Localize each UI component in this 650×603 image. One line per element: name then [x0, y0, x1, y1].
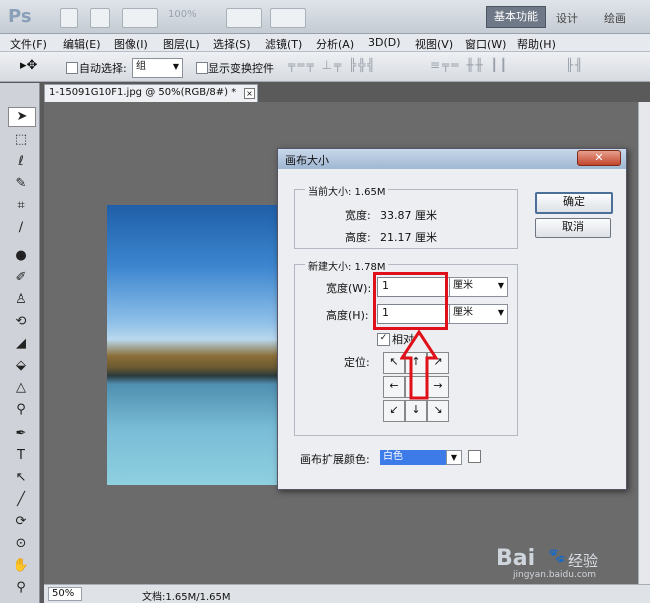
marquee-tool-icon[interactable]: ⬚: [8, 131, 34, 149]
dialog-title: 画布大小: [285, 154, 329, 167]
watermark-brand: Bai: [496, 546, 536, 571]
anchor-label: 定位:: [344, 356, 370, 369]
auto-select-value: 组: [136, 61, 146, 72]
bridge-icon[interactable]: [60, 8, 78, 28]
dodge-tool-icon[interactable]: ⚲: [8, 401, 34, 419]
watermark-url: jingyan.baidu.com: [513, 570, 597, 580]
width-label: 宽度(W):: [326, 282, 372, 295]
current-size-label: 当前大小: 1.65M: [305, 183, 389, 198]
healing-brush-tool-icon[interactable]: ●: [8, 247, 34, 265]
extension-color-label: 画布扩展颜色:: [300, 453, 370, 466]
height-label: 高度(H):: [326, 309, 369, 322]
anchor-bottom-left[interactable]: ↙: [383, 400, 405, 422]
auto-select-dropdown[interactable]: 组 ▼: [132, 58, 183, 78]
status-bar: [44, 584, 650, 603]
hand-tool-icon[interactable]: ✋: [8, 557, 34, 575]
show-transform-checkbox[interactable]: [196, 62, 208, 74]
current-width-label: 宽度:: [345, 209, 371, 222]
crop-tool-icon[interactable]: ⌗: [8, 197, 34, 215]
show-transform-label: 显示变换控件: [208, 62, 274, 75]
menu-help[interactable]: 帮助(H): [517, 36, 556, 52]
history-brush-tool-icon[interactable]: ⟲: [8, 313, 34, 331]
auto-select-checkbox[interactable]: [66, 62, 78, 74]
landscape-image: [107, 205, 287, 485]
menu-file[interactable]: 文件(F): [10, 36, 47, 52]
document-info: 文档:1.65M/1.65M: [142, 592, 231, 603]
quick-select-tool-icon[interactable]: ✎: [8, 175, 34, 193]
menu-window[interactable]: 窗口(W): [465, 36, 506, 52]
extension-color-select[interactable]: 白色: [380, 450, 446, 465]
menu-edit[interactable]: 编辑(E): [63, 36, 101, 52]
arrange-documents-icon[interactable]: [226, 8, 262, 28]
menu-3d[interactable]: 3D(D): [368, 36, 401, 49]
3d-rotate-tool-icon[interactable]: ⟳: [8, 513, 34, 531]
lasso-tool-icon[interactable]: ℓ: [8, 153, 34, 171]
new-size-label: 新建大小: 1.78M: [305, 258, 389, 273]
menu-filter[interactable]: 滤镜(T): [265, 36, 302, 52]
watermark-brand-2: 经验: [568, 552, 599, 570]
toolbox: ➤ ⬚ ℓ ✎ ⌗ ∕ ● ✐ ♙ ⟲ ◢ ⬙ △ ⚲ ✒ T ↖ ╱ ⟳ ⊙ …: [0, 83, 40, 603]
move-tool-icon[interactable]: ➤: [8, 107, 36, 127]
view-extras-icon[interactable]: [122, 8, 158, 28]
menu-bar: 文件(F) 编辑(E) 图像(I) 图层(L) 选择(S) 滤镜(T) 分析(A…: [0, 34, 650, 52]
chevron-down-icon[interactable]: ▼: [446, 450, 462, 465]
zoom-level[interactable]: 100%: [168, 9, 197, 20]
clone-stamp-tool-icon[interactable]: ♙: [8, 291, 34, 309]
width-unit-select[interactable]: 厘米 ▼: [449, 277, 508, 297]
options-bar: ▸✥ 自动选择: 组 ▼ 显示变换控件 ╤═╤ ⊥╤ ╠╬╣ ≡╤═ ╫╫ ┃┃ …: [0, 52, 650, 82]
chevron-down-icon: ▼: [172, 62, 179, 71]
menu-view[interactable]: 视图(V): [415, 36, 453, 52]
highlight-box: [373, 272, 448, 330]
menu-layer[interactable]: 图层(L): [163, 36, 200, 52]
anchor-bottom-right[interactable]: ↘: [427, 400, 449, 422]
up-arrow-annotation-icon: [400, 330, 438, 400]
menu-analysis[interactable]: 分析(A): [316, 36, 354, 52]
anchor-bottom[interactable]: ↓: [405, 400, 427, 422]
3d-orbit-tool-icon[interactable]: ⊙: [8, 535, 34, 553]
height-unit-select[interactable]: 厘米 ▼: [449, 304, 508, 324]
current-width-value: 33.87 厘米: [380, 209, 437, 222]
ok-button[interactable]: 确定: [535, 192, 613, 214]
height-unit-value: 厘米: [453, 307, 473, 318]
align-icons[interactable]: ╤═╤ ⊥╤ ╠╬╣: [288, 58, 377, 72]
auto-select-label: 自动选择:: [79, 62, 127, 75]
workspace-painting[interactable]: 绘画: [604, 10, 626, 26]
workspace-essentials[interactable]: 基本功能: [486, 6, 546, 28]
cancel-button[interactable]: 取消: [535, 218, 611, 238]
close-icon[interactable]: ×: [244, 88, 255, 99]
zoom-status-field[interactable]: 50%: [48, 587, 82, 601]
photoshop-logo: Ps: [8, 6, 32, 27]
shape-tool-icon[interactable]: ╱: [8, 491, 34, 509]
dialog-title-bar[interactable]: [278, 149, 626, 169]
type-tool-icon[interactable]: T: [8, 447, 34, 465]
screen-mode-icon[interactable]: [270, 8, 306, 28]
mini-bridge-icon[interactable]: [90, 8, 110, 28]
current-height-label: 高度:: [345, 231, 371, 244]
distribute-icons[interactable]: ≡╤═ ╫╫ ┃┃: [430, 58, 509, 72]
eraser-tool-icon[interactable]: ◢: [8, 335, 34, 353]
color-swatch-box[interactable]: [468, 450, 481, 463]
paint-bucket-tool-icon[interactable]: ⬙: [8, 357, 34, 375]
current-height-value: 21.17 厘米: [380, 231, 437, 244]
move-tool-icon[interactable]: ▸✥: [20, 58, 37, 73]
pen-tool-icon[interactable]: ✒: [8, 425, 34, 443]
chevron-down-icon: ▼: [497, 281, 504, 290]
vertical-scrollbar[interactable]: [638, 102, 650, 584]
dialog-close-button[interactable]: ✕: [577, 150, 621, 166]
chevron-down-icon: ▼: [497, 308, 504, 317]
document-tab[interactable]: 1-15091G10F1.jpg @ 50%(RGB/8#) *: [44, 84, 258, 102]
document-tab-title: 1-15091G10F1.jpg @ 50%(RGB/8#) *: [49, 87, 237, 98]
blur-tool-icon[interactable]: △: [8, 379, 34, 397]
menu-image[interactable]: 图像(I): [114, 36, 148, 52]
brush-tool-icon[interactable]: ✐: [8, 269, 34, 287]
width-unit-value: 厘米: [453, 280, 473, 291]
path-select-tool-icon[interactable]: ↖: [8, 469, 34, 487]
zoom-tool-icon[interactable]: ⚲: [8, 579, 34, 597]
relative-checkbox[interactable]: ✓: [377, 333, 390, 346]
workspace-design[interactable]: 设计: [556, 10, 578, 26]
auto-align-icon[interactable]: ╟╢: [566, 58, 584, 72]
menu-select[interactable]: 选择(S): [213, 36, 251, 52]
eyedropper-tool-icon[interactable]: ∕: [8, 219, 34, 237]
paw-icon: 🐾: [548, 548, 566, 564]
